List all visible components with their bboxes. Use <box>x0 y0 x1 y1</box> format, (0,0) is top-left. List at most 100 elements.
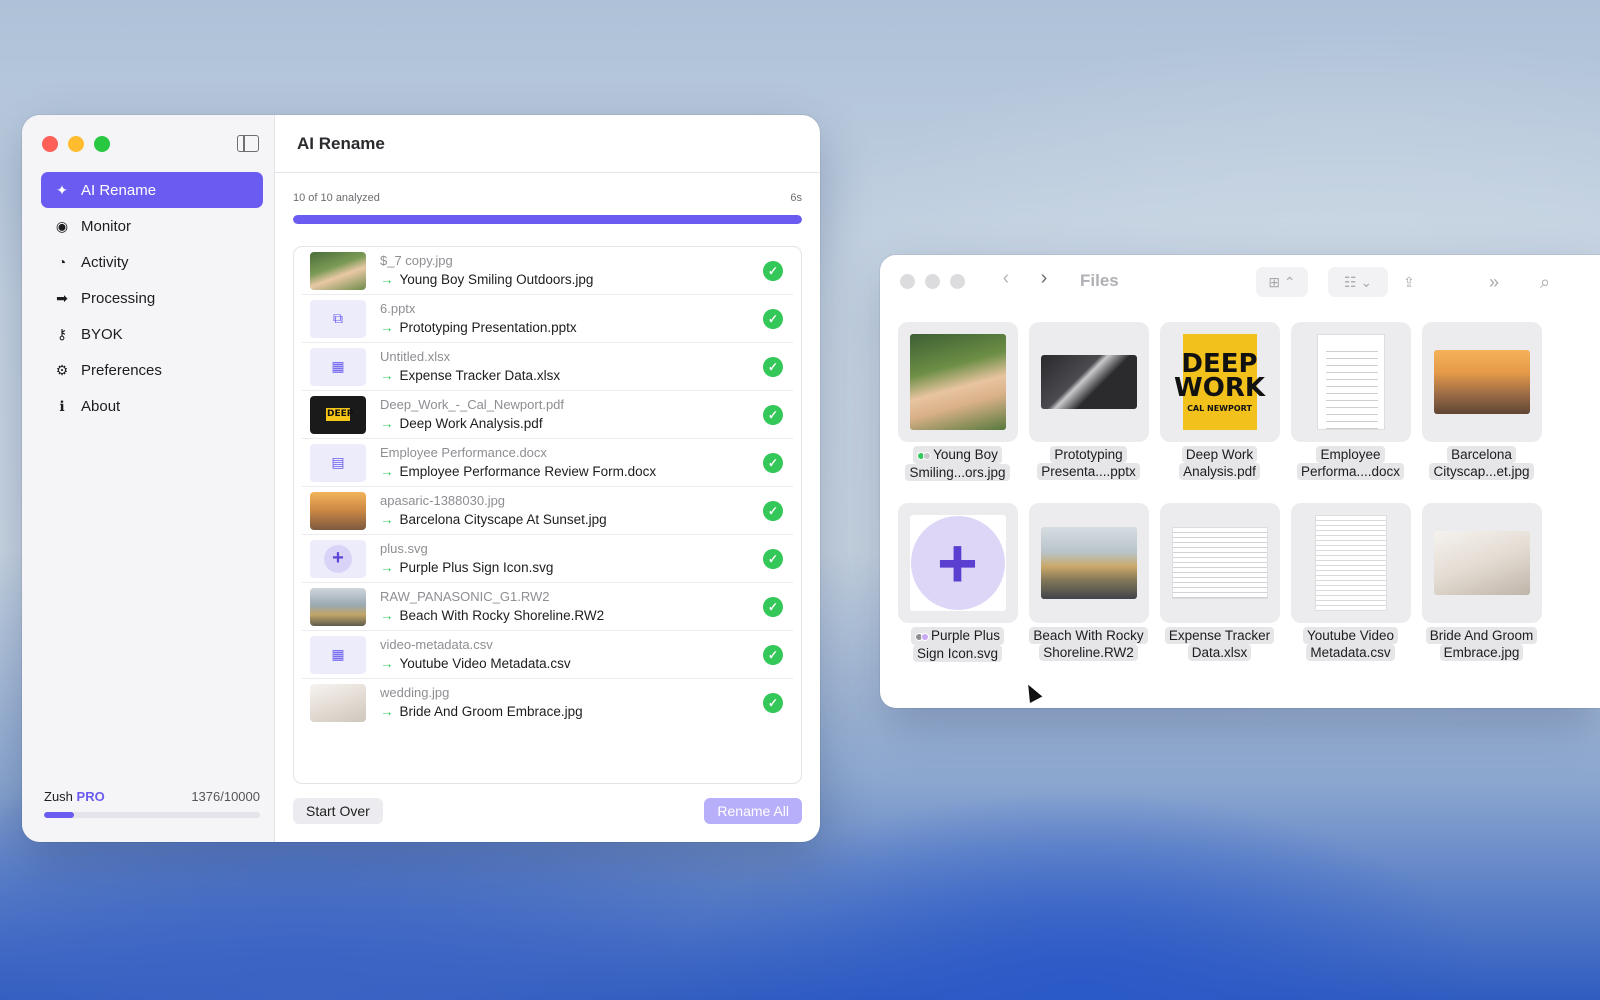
new-filename-text: Young Boy Smiling Outdoors.jpg <box>399 271 594 287</box>
file-names: plus.svg → Purple Plus Sign Icon.svg <box>380 540 553 578</box>
checkmark-icon: ✓ <box>763 597 783 617</box>
list-item[interactable]: ▤ Employee Performance.docx → Employee Perf… <box>302 439 793 487</box>
preview-image: + <box>909 515 1006 611</box>
sidebar-toggle-icon[interactable] <box>237 135 259 152</box>
back-icon[interactable]: ‹ <box>992 267 1020 290</box>
file-thumbnail: ▦ <box>310 635 366 674</box>
sidebar-item-byok[interactable]: ⚷ BYOK <box>41 316 263 352</box>
sidebar: ✦ AI Rename ◉ Monitor ◔ Activity ➡ Processing ⚷ B… <box>22 115 275 842</box>
share-icon[interactable]: ⇪ <box>1392 267 1426 297</box>
plan-usage: Zush PRO 1376/10000 <box>44 789 260 818</box>
preview-image <box>1314 515 1387 611</box>
sidebar-item-label: Processing <box>81 289 156 307</box>
new-filename: → Young Boy Smiling Outdoors.jpg <box>380 270 593 290</box>
arrow-right-icon: → <box>380 271 394 287</box>
list-item[interactable]: ▦ video-metadata.csv → Youtube Video Metada… <box>302 631 793 679</box>
file-names: video-metadata.csv → Youtube Video Metadat… <box>380 636 571 674</box>
list-item[interactable]: wedding.jpg → Bride And Groom Embrace.jpg ✓ <box>302 679 793 727</box>
list-item[interactable]: apasaric-1388030.jpg → Barcelona Cityscape… <box>302 487 793 535</box>
sidebar-item-activity[interactable]: ◔ Activity <box>41 244 263 280</box>
file-tile[interactable]: DEEP WORK CAL NEWPORT Deep Work Analysis.pdf <box>1157 322 1282 480</box>
tag-dots-icon <box>917 447 932 464</box>
plan-tier-badge: PRO <box>76 789 105 804</box>
start-over-button[interactable]: Start Over <box>293 798 383 824</box>
file-tile-label-line: Sign Icon.svg <box>912 644 1003 662</box>
checkmark-icon: ✓ <box>763 693 783 713</box>
file-tile[interactable]: Expense Tracker Data.xlsx <box>1157 503 1282 661</box>
sidebar-item-label: AI Rename <box>81 181 157 199</box>
finder-minimize-button[interactable] <box>925 274 940 289</box>
checkmark-icon: ✓ <box>763 357 783 377</box>
list-item[interactable]: ⧉ 6.pptx → Prototyping Presentation.pptx ✓ <box>302 295 793 343</box>
group-by-icon[interactable]: ☷ ⌄ <box>1328 267 1388 297</box>
sidebar-item-processing[interactable]: ➡ Processing <box>41 280 263 316</box>
file-tile[interactable]: Beach With Rocky Shoreline.RW2 <box>1026 503 1151 661</box>
file-tile-label-text: Youtube Video <box>1306 628 1395 643</box>
file-tile-label: Barcelona Cityscap...et.jpg <box>1419 446 1544 480</box>
sidebar-item-ai-rename[interactable]: ✦ AI Rename <box>41 172 263 208</box>
file-preview: DEEP WORK CAL NEWPORT <box>1159 322 1280 442</box>
file-tile[interactable]: Barcelona Cityscap...et.jpg <box>1419 322 1544 480</box>
file-tile-label-text: Barcelona <box>1451 447 1512 462</box>
preview-image <box>1316 334 1385 430</box>
preview-image <box>1040 527 1137 599</box>
sidebar-item-monitor[interactable]: ◉ Monitor <box>41 208 263 244</box>
sidebar-item-preferences[interactable]: ⚙ Preferences <box>41 352 263 388</box>
list-item[interactable]: DEEP Deep_Work_-_Cal_Newport.pdf → Deep Wor… <box>302 391 793 439</box>
list-item[interactable]: RAW_PANASONIC_G1.RW2 → Beach With Rocky Sh… <box>302 583 793 631</box>
new-filename: → Beach With Rocky Shoreline.RW2 <box>380 606 604 626</box>
finder-close-button[interactable] <box>900 274 915 289</box>
arrow-right-icon: → <box>380 319 394 335</box>
file-tile-label: Young Boy Smiling...ors.jpg <box>895 446 1020 481</box>
zoom-button[interactable] <box>94 136 110 152</box>
file-tile-label-line: Bride And Groom <box>1425 627 1538 644</box>
file-tile[interactable]: Prototyping Presenta....pptx <box>1026 322 1151 480</box>
arrow-right-icon: → <box>380 704 394 719</box>
file-type-icon: ▤ <box>331 454 345 470</box>
preview-image <box>1433 350 1530 414</box>
file-thumbnail: ⧉ <box>310 299 366 338</box>
file-tile[interactable]: Employee Performa....docx <box>1288 322 1413 480</box>
tag-dot <box>920 632 929 641</box>
file-tile[interactable]: Youtube Video Metadata.csv <box>1288 503 1413 661</box>
rename-all-button[interactable]: Rename All <box>704 798 802 824</box>
sidebar-item-about[interactable]: ℹ About <box>41 388 263 424</box>
file-tile-label-line: Shoreline.RW2 <box>1039 644 1138 661</box>
view-mode-icon[interactable]: ⊞ ⌃ <box>1256 267 1308 297</box>
file-tile-label: Expense Tracker Data.xlsx <box>1157 627 1282 661</box>
file-names: Employee Performance.docx → Employee Perfo… <box>380 444 656 482</box>
more-toolbar-icon[interactable]: » <box>1476 267 1512 297</box>
file-tile-label-text: Purple Plus <box>930 628 1001 643</box>
new-filename: → Expense Tracker Data.xlsx <box>380 366 560 386</box>
new-filename-text: Deep Work Analysis.pdf <box>399 415 543 431</box>
file-tile[interactable]: + Purple Plus Sign Icon.svg <box>895 503 1020 662</box>
search-icon[interactable]: ⌕ <box>1530 267 1560 297</box>
rename-list[interactable]: $_7 copy.jpg → Young Boy Smiling Outdoors.… <box>293 246 802 784</box>
gear-icon: ⚙ <box>55 361 69 378</box>
file-tile-label: Deep Work Analysis.pdf <box>1157 446 1282 480</box>
file-tile-label: Prototyping Presenta....pptx <box>1026 446 1151 480</box>
file-preview <box>1028 503 1149 623</box>
file-tile-label-line: Data.xlsx <box>1187 644 1252 661</box>
forward-icon[interactable]: › <box>1030 267 1058 290</box>
finder-zoom-button[interactable] <box>950 274 965 289</box>
finder-toolbar: ‹ › Files ⊞ ⌃ ☷ ⌄ ⇪ » ⌕ <box>880 255 1600 311</box>
file-preview <box>1028 322 1149 442</box>
file-tile-label: Purple Plus Sign Icon.svg <box>895 627 1020 662</box>
minimize-button[interactable] <box>68 136 84 152</box>
file-names: 6.pptx → Prototyping Presentation.pptx <box>380 300 577 338</box>
new-filename-text: Beach With Rocky Shoreline.RW2 <box>399 607 605 623</box>
preview-image <box>1433 531 1530 595</box>
file-tile[interactable]: Bride And Groom Embrace.jpg <box>1419 503 1544 661</box>
original-filename: Untitled.xlsx <box>380 348 451 364</box>
file-tile-label-text: Beach With Rocky <box>1033 628 1144 643</box>
truck-icon: ➡ <box>56 289 68 306</box>
checkmark-icon: ✓ <box>763 501 783 521</box>
file-tile[interactable]: Young Boy Smiling...ors.jpg <box>895 322 1020 481</box>
list-item[interactable]: + plus.svg → Purple Plus Sign Icon.svg ✓ <box>302 535 793 583</box>
list-item[interactable]: $_7 copy.jpg → Young Boy Smiling Outdoors.… <box>302 247 793 295</box>
list-item[interactable]: ▦ Untitled.xlsx → Expense Tracker Data.xlsx… <box>302 343 793 391</box>
close-button[interactable] <box>42 136 58 152</box>
ai-rename-icon: ✦ <box>56 181 68 198</box>
file-thumbnail <box>310 587 366 626</box>
